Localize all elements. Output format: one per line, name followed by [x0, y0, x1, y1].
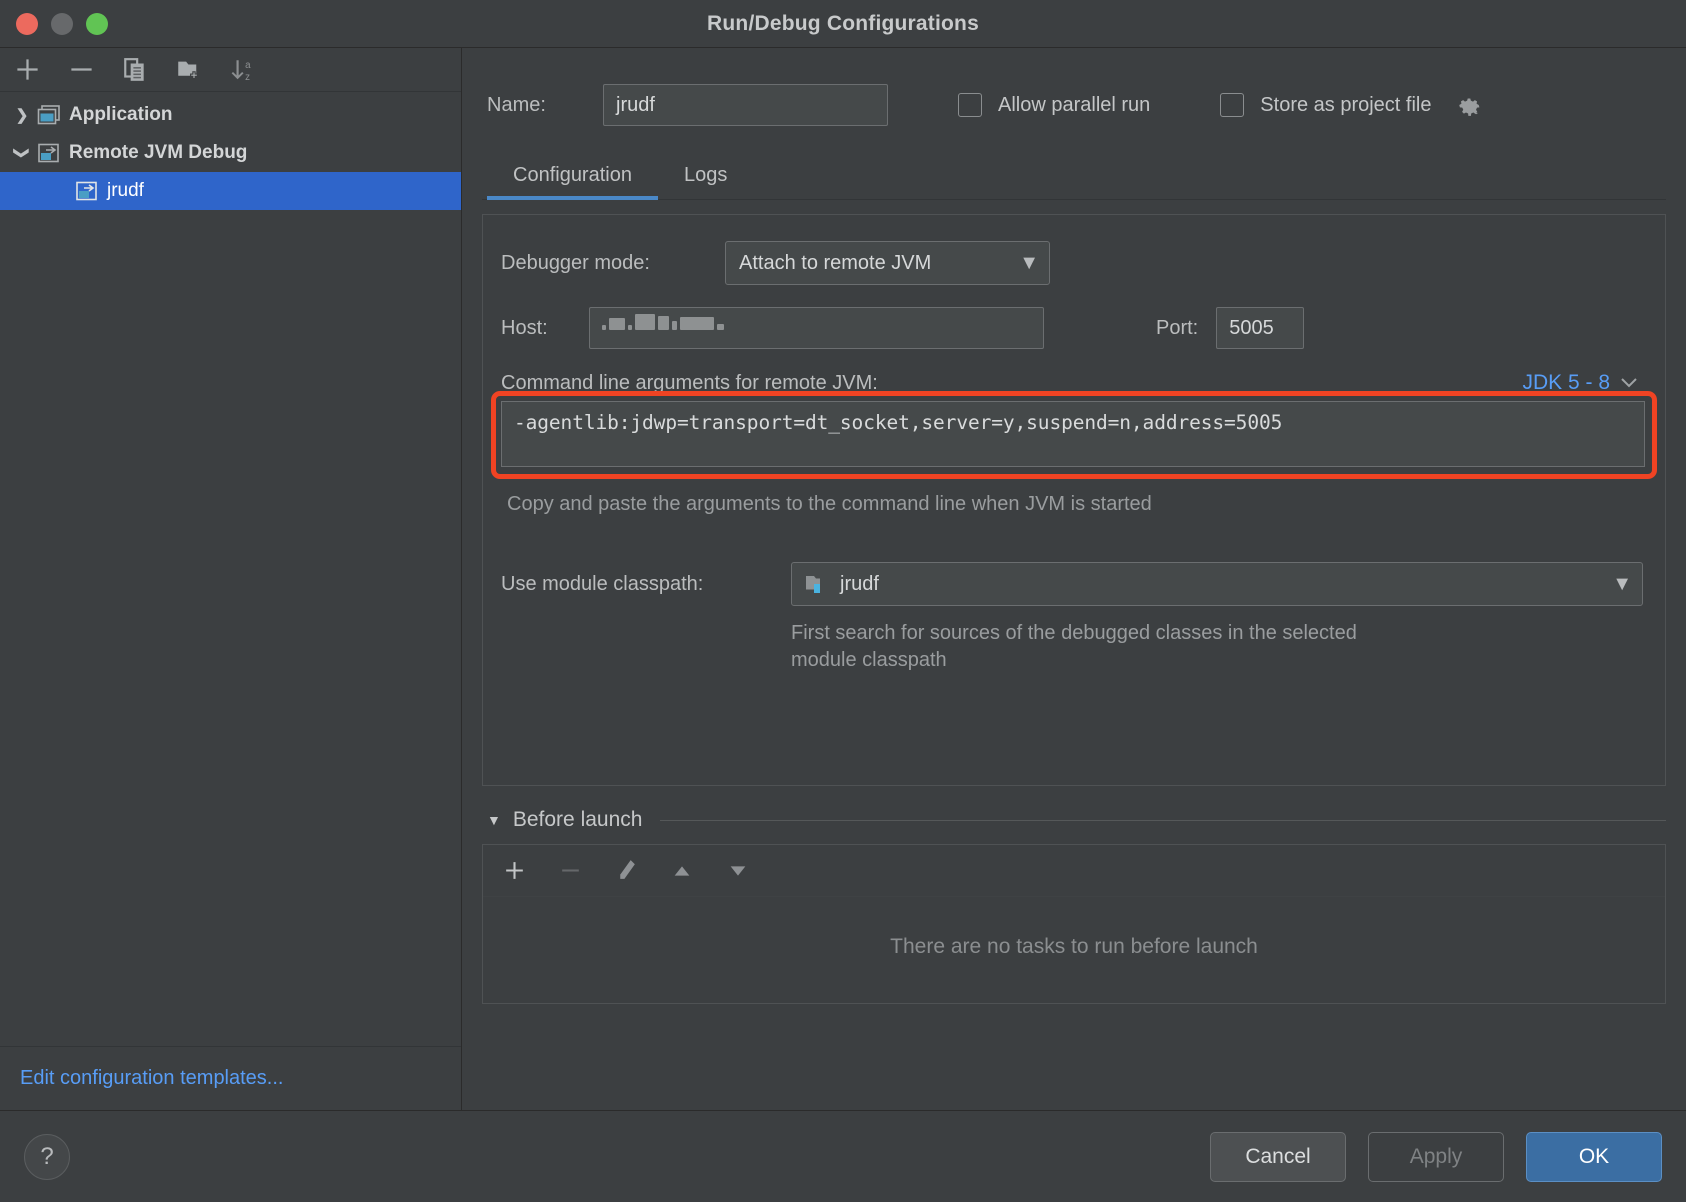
dialog-title: Run/Debug Configurations	[0, 12, 1686, 36]
chevron-down-icon: ▼	[1594, 573, 1632, 596]
module-classpath-dropdown[interactable]: jrudf ▼	[791, 562, 1643, 606]
command-line-field-wrapper: -agentlib:jdwp=transport=dt_socket,serve…	[501, 401, 1645, 467]
configuration-editor: Name: jrudf Allow parallel run Store as …	[462, 48, 1686, 1110]
name-input[interactable]: jrudf	[603, 84, 888, 126]
module-classpath-value: jrudf	[840, 573, 879, 596]
tree-item-label: jrudf	[107, 180, 144, 202]
triangle-down-icon[interactable]: ▼	[487, 812, 501, 828]
zoom-window-button[interactable]	[86, 13, 108, 35]
edit-configuration-templates-link[interactable]: Edit configuration templates...	[20, 1067, 283, 1090]
debugger-mode-row: Debugger mode: Attach to remote JVM ▼	[501, 241, 1645, 285]
tab-configuration[interactable]: Configuration	[487, 164, 658, 199]
module-icon	[805, 573, 829, 595]
application-icon	[36, 105, 62, 126]
gear-icon[interactable]	[1456, 92, 1482, 118]
help-button[interactable]: ?	[24, 1134, 70, 1180]
debugger-mode-label: Debugger mode:	[501, 252, 725, 275]
editor-tabs: Configuration Logs	[482, 150, 1666, 200]
allow-parallel-run-checkbox[interactable]: Allow parallel run	[958, 93, 1150, 117]
sidebar-footer: Edit configuration templates...	[0, 1046, 461, 1110]
store-as-project-file-checkbox[interactable]: Store as project file	[1220, 92, 1481, 118]
host-input[interactable]	[589, 307, 1044, 349]
minimize-window-button[interactable]	[51, 13, 73, 35]
debugger-mode-dropdown[interactable]: Attach to remote JVM ▼	[725, 241, 1050, 285]
port-label: Port:	[1156, 317, 1198, 340]
tab-logs[interactable]: Logs	[658, 164, 753, 199]
configurations-tree: ❯ Application ❯	[0, 92, 461, 1046]
before-launch-toolbar	[483, 845, 1665, 897]
new-folder-button[interactable]	[170, 52, 208, 88]
remote-jvm-icon	[74, 181, 100, 202]
command-line-arguments-input[interactable]: -agentlib:jdwp=transport=dt_socket,serve…	[501, 401, 1645, 467]
before-launch-title: Before launch	[513, 808, 643, 832]
svg-text:z: z	[245, 71, 250, 82]
before-launch-header[interactable]: ▼ Before launch	[482, 808, 1666, 832]
sort-configurations-button[interactable]: a z	[224, 52, 262, 88]
titlebar: Run/Debug Configurations	[0, 0, 1686, 48]
chevron-down-icon: ▼	[1001, 252, 1039, 275]
window-controls	[16, 13, 108, 35]
remove-configuration-button[interactable]	[62, 52, 100, 88]
checkbox-box[interactable]	[1220, 93, 1244, 117]
command-line-hint: Copy and paste the arguments to the comm…	[501, 493, 1645, 516]
edit-task-button	[609, 854, 643, 888]
port-input[interactable]: 5005	[1216, 307, 1304, 349]
close-window-button[interactable]	[16, 13, 38, 35]
module-classpath-description: First search for sources of the debugged…	[791, 620, 1411, 674]
store-as-project-file-label: Store as project file	[1260, 94, 1431, 117]
add-configuration-button[interactable]	[8, 52, 46, 88]
copy-configuration-button[interactable]	[116, 52, 154, 88]
command-line-label-row: Command line arguments for remote JVM: J…	[501, 371, 1645, 395]
before-launch-empty-message: There are no tasks to run before launch	[483, 897, 1665, 997]
chevron-right-icon[interactable]: ❯	[8, 106, 36, 124]
module-classpath-row: Use module classpath: jrudf ▼	[501, 562, 1645, 606]
dialog-actions: Cancel Apply OK	[1210, 1132, 1662, 1182]
configurations-sidebar: a z ❯ Application	[0, 48, 462, 1110]
remove-task-button	[553, 854, 587, 888]
command-line-label: Command line arguments for remote JVM:	[501, 372, 878, 395]
chevron-down-icon[interactable]: ❯	[13, 139, 31, 167]
section-divider	[660, 820, 1666, 821]
tree-item-label: Remote JVM Debug	[69, 142, 247, 164]
cancel-button[interactable]: Cancel	[1210, 1132, 1346, 1182]
module-classpath-label: Use module classpath:	[501, 573, 791, 596]
tree-item-jrudf[interactable]: jrudf	[0, 172, 461, 210]
before-launch-panel: There are no tasks to run before launch	[482, 844, 1666, 1004]
tree-item-remote-jvm-debug[interactable]: ❯ Remote JVM Debug	[0, 134, 461, 172]
allow-parallel-run-label: Allow parallel run	[998, 94, 1150, 117]
configuration-panel: Debugger mode: Attach to remote JVM ▼ Ho…	[482, 214, 1666, 786]
name-row: Name: jrudf Allow parallel run Store as …	[482, 82, 1666, 128]
ok-button[interactable]: OK	[1526, 1132, 1662, 1182]
run-debug-configurations-dialog: Run/Debug Configurations	[0, 0, 1686, 1202]
name-label: Name:	[487, 94, 595, 117]
add-task-button[interactable]	[497, 854, 531, 888]
sidebar-toolbar: a z	[0, 48, 461, 92]
svg-text:a: a	[245, 59, 251, 70]
checkbox-box[interactable]	[958, 93, 982, 117]
debugger-mode-value: Attach to remote JVM	[739, 252, 931, 275]
remote-jvm-icon	[36, 143, 62, 164]
apply-button[interactable]: Apply	[1368, 1132, 1504, 1182]
dialog-footer: ? Cancel Apply OK	[0, 1110, 1686, 1202]
host-port-row: Host: Port: 5005	[501, 307, 1645, 349]
chevron-down-icon	[1619, 371, 1639, 395]
move-task-up-button	[665, 854, 699, 888]
tree-item-application[interactable]: ❯ Application	[0, 96, 461, 134]
move-task-down-button	[721, 854, 755, 888]
tree-item-label: Application	[69, 104, 172, 126]
jdk-version-selector[interactable]: JDK 5 - 8	[1522, 371, 1645, 395]
dialog-body: a z ❯ Application	[0, 48, 1686, 1110]
redacted-host-value	[602, 308, 1031, 330]
host-label: Host:	[501, 317, 589, 340]
jdk-version-label: JDK 5 - 8	[1522, 371, 1610, 395]
